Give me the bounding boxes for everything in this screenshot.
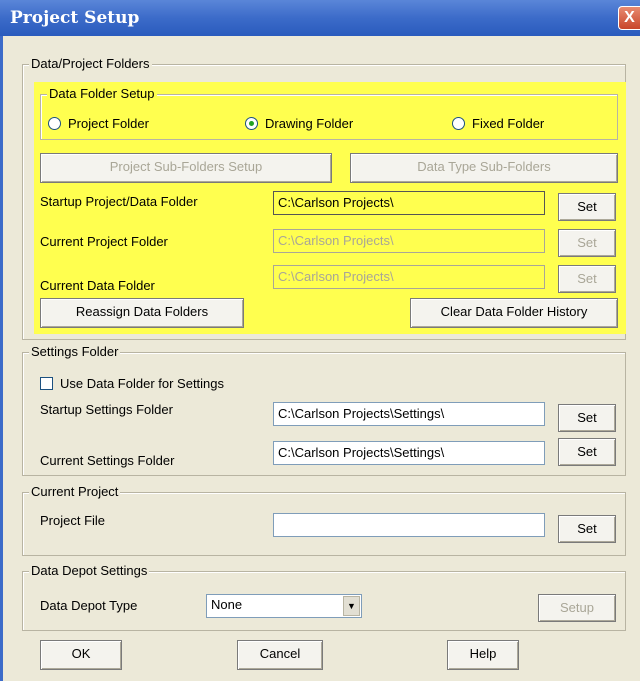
fixed-folder-label: Fixed Folder <box>472 116 545 131</box>
data-type-subfolders-button[interactable]: Data Type Sub-Folders <box>350 153 618 183</box>
project-subfolders-setup-button[interactable]: Project Sub-Folders Setup <box>40 153 332 183</box>
project-file-set-button[interactable]: Set <box>558 515 616 543</box>
help-button[interactable]: Help <box>447 640 519 670</box>
close-button[interactable]: X <box>618 6 640 30</box>
data-depot-type-select[interactable]: None ▼ <box>206 594 362 618</box>
drawing-folder-radio[interactable] <box>245 117 258 130</box>
project-folder-radio[interactable] <box>48 117 61 130</box>
ok-button[interactable]: OK <box>40 640 122 670</box>
chevron-down-icon[interactable]: ▼ <box>343 596 360 616</box>
project-file-label: Project File <box>40 513 106 528</box>
current-data-folder-label: Current Data Folder <box>40 278 155 293</box>
reassign-data-folders-button[interactable]: Reassign Data Folders <box>40 298 244 328</box>
current-settings-folder-field[interactable]: C:\Carlson Projects\Settings\ <box>273 441 545 465</box>
startup-project-folder-label: Startup Project/Data Folder <box>40 194 198 209</box>
startup-project-folder-field[interactable]: C:\Carlson Projects\ <box>273 191 545 215</box>
startup-project-set-button[interactable]: Set <box>558 193 616 221</box>
project-folder-label: Project Folder <box>68 116 149 131</box>
group-legend: Data/Project Folders <box>29 56 152 72</box>
data-depot-type-label: Data Depot Type <box>40 598 138 613</box>
cancel-button[interactable]: Cancel <box>237 640 323 670</box>
project-file-field[interactable] <box>273 513 545 537</box>
fixed-folder-radio[interactable] <box>452 117 465 130</box>
drawing-folder-label: Drawing Folder <box>265 116 354 131</box>
startup-settings-folder-field[interactable]: C:\Carlson Projects\Settings\ <box>273 402 545 426</box>
startup-settings-folder-label: Startup Settings Folder <box>40 402 173 417</box>
data-depot-type-value: None <box>211 597 243 612</box>
startup-settings-set-button[interactable]: Set <box>558 404 616 432</box>
current-project-folder-field[interactable]: C:\Carlson Projects\ <box>273 229 545 253</box>
title-bar: Project Setup <box>0 0 640 36</box>
current-data-folder-field[interactable]: C:\Carlson Projects\ <box>273 265 545 289</box>
window-title: Project Setup <box>10 8 140 28</box>
group-legend: Settings Folder <box>29 344 121 360</box>
group-legend: Data Depot Settings <box>29 563 150 579</box>
current-settings-folder-label: Current Settings Folder <box>40 453 175 468</box>
data-depot-setup-button[interactable]: Setup <box>538 594 616 622</box>
use-data-folder-checkbox[interactable] <box>40 377 53 390</box>
use-data-folder-label: Use Data Folder for Settings <box>60 376 225 391</box>
group-legend: Current Project <box>29 484 121 500</box>
current-data-set-button[interactable]: Set <box>558 265 616 293</box>
current-project-set-button[interactable]: Set <box>558 229 616 257</box>
clear-data-folder-history-button[interactable]: Clear Data Folder History <box>410 298 618 328</box>
current-project-folder-label: Current Project Folder <box>40 234 168 249</box>
group-legend: Data Folder Setup <box>47 86 157 102</box>
current-settings-set-button[interactable]: Set <box>558 438 616 466</box>
